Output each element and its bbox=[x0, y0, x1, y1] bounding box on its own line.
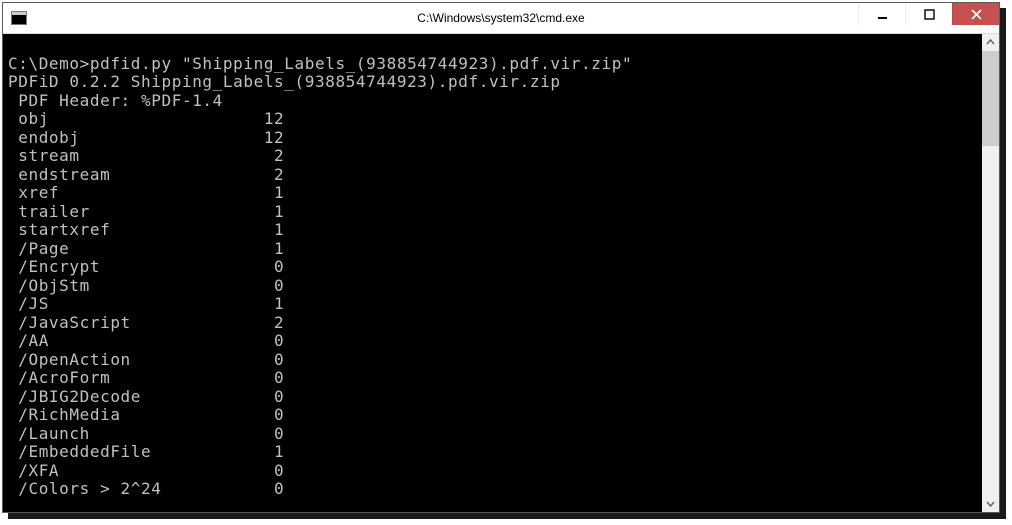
scrollbar-track[interactable] bbox=[982, 51, 999, 495]
minimize-icon bbox=[877, 9, 888, 20]
maximize-icon bbox=[924, 9, 935, 20]
cmd-icon bbox=[11, 11, 27, 25]
scroll-up-button[interactable] bbox=[982, 34, 999, 51]
window-title: C:\Windows\system32\cmd.exe bbox=[3, 11, 999, 25]
scrollbar-thumb[interactable] bbox=[982, 51, 999, 146]
titlebar[interactable]: C:\Windows\system32\cmd.exe bbox=[3, 3, 999, 34]
vertical-scrollbar[interactable] bbox=[982, 34, 999, 512]
cmd-window: C:\Windows\system32\cmd.exe C:\Demo> bbox=[2, 2, 1000, 513]
chevron-down-icon bbox=[986, 499, 995, 508]
window-controls bbox=[858, 3, 999, 25]
minimize-button[interactable] bbox=[858, 3, 905, 25]
terminal-output[interactable]: C:\Demo>pdfid.py "Shipping_Labels_(93885… bbox=[3, 34, 982, 512]
maximize-button[interactable] bbox=[905, 3, 952, 25]
close-icon bbox=[971, 9, 982, 20]
scroll-down-button[interactable] bbox=[982, 495, 999, 512]
close-button[interactable] bbox=[952, 3, 999, 25]
chevron-up-icon bbox=[986, 38, 995, 47]
